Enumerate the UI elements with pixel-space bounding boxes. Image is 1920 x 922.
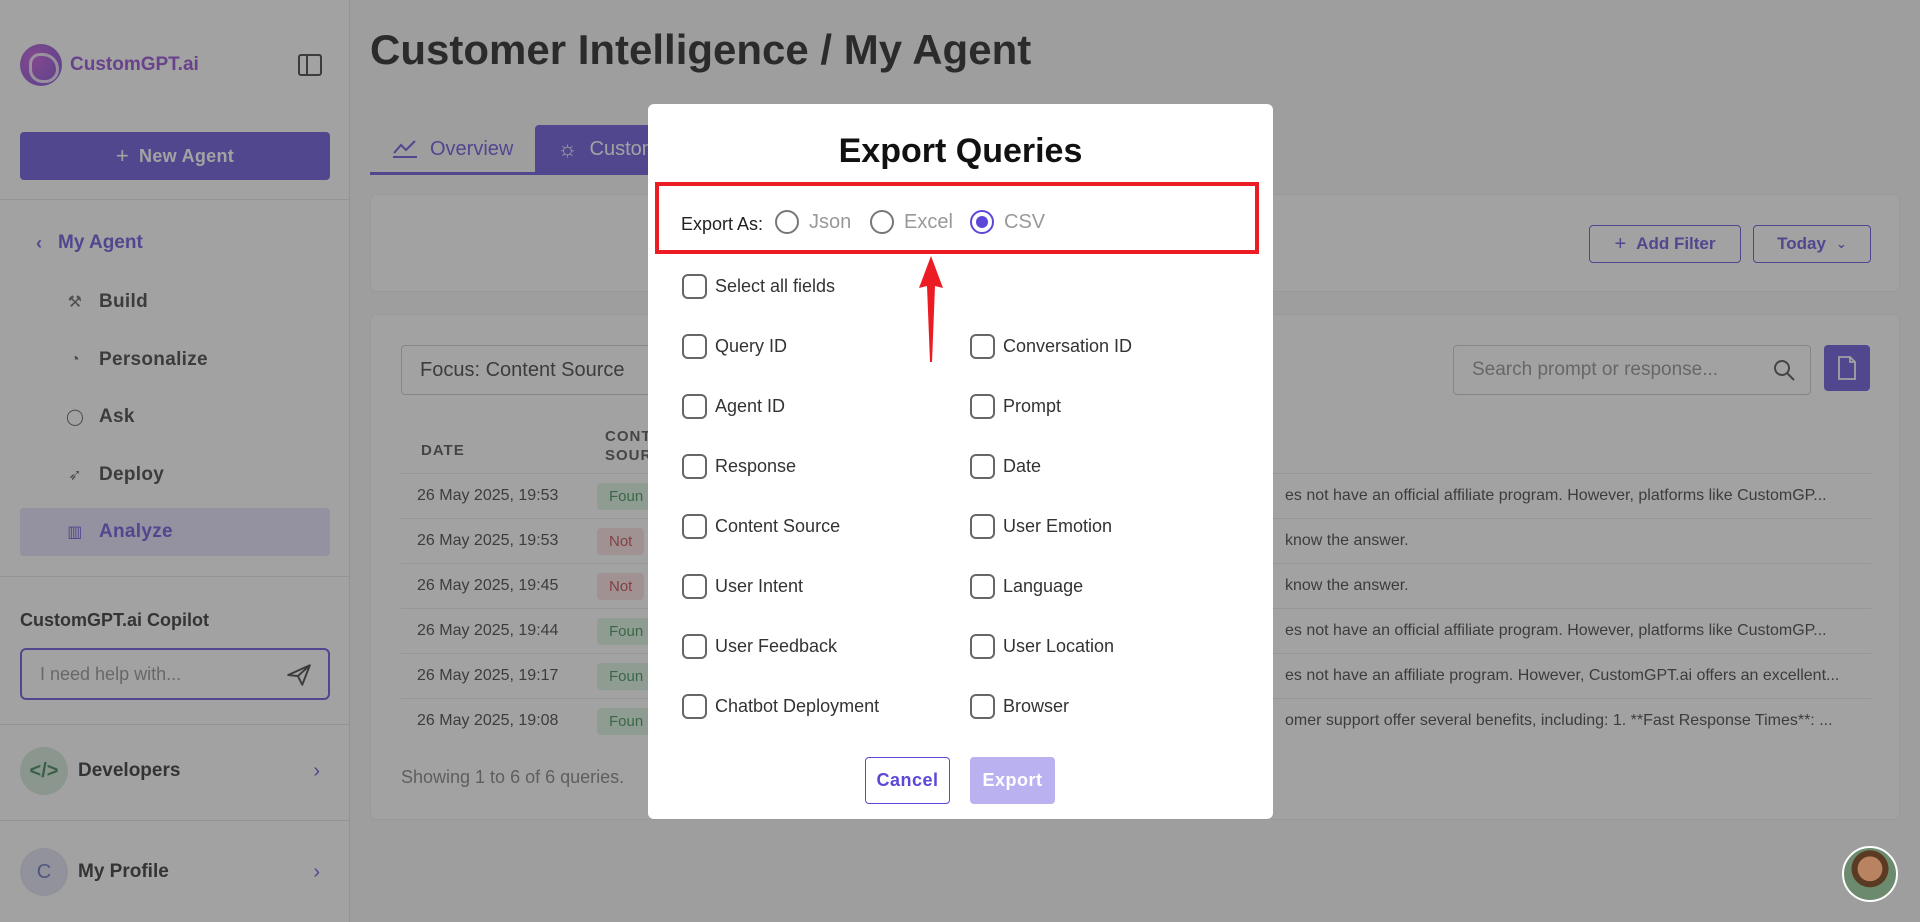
checkbox-label: User Location [1003, 636, 1115, 656]
field-checkbox-browser[interactable]: Browser [970, 694, 1069, 719]
checkbox-box[interactable] [970, 574, 995, 599]
checkbox-label: Chatbot Deployment [715, 696, 880, 716]
select-all-checkbox[interactable]: Select all fields [682, 274, 835, 299]
checkbox-box[interactable] [682, 514, 707, 539]
field-checkbox-user-emotion[interactable]: User Emotion [970, 514, 1112, 539]
radio-circle[interactable] [970, 210, 994, 234]
checkbox-box[interactable] [970, 514, 995, 539]
field-checkbox-user-intent[interactable]: User Intent [682, 574, 803, 599]
cancel-button[interactable]: Cancel [865, 757, 950, 804]
export-as-label: Export As: [681, 214, 764, 234]
field-checkbox-conversation-id[interactable]: Conversation ID [970, 334, 1132, 359]
checkbox-box[interactable] [970, 634, 995, 659]
checkbox-box[interactable] [682, 274, 707, 299]
field-checkbox-language[interactable]: Language [970, 574, 1083, 599]
checkbox-box[interactable] [970, 334, 995, 359]
export-format-highlight: Export As: Json Excel CSV [655, 182, 1259, 254]
radio-label: CSV [1004, 210, 1046, 233]
field-checkbox-agent-id[interactable]: Agent ID [682, 394, 785, 419]
field-checkbox-user-feedback[interactable]: User Feedback [682, 634, 837, 659]
radio-circle[interactable] [870, 210, 894, 234]
checkbox-label: Conversation ID [1003, 336, 1133, 356]
checkbox-box[interactable] [682, 394, 707, 419]
field-checkbox-query-id[interactable]: Query ID [682, 334, 787, 359]
checkbox-label: Query ID [715, 336, 788, 356]
field-checkbox-date[interactable]: Date [970, 454, 1041, 479]
checkbox-box[interactable] [682, 694, 707, 719]
checkbox-box[interactable] [682, 454, 707, 479]
radio-json[interactable]: Json [775, 210, 851, 234]
field-checkbox-user-location[interactable]: User Location [970, 634, 1114, 659]
checkbox-label: Date [1003, 456, 1042, 476]
field-checkbox-content-source[interactable]: Content Source [682, 514, 840, 539]
checkbox-box[interactable] [970, 694, 995, 719]
checkbox-label: User Feedback [715, 636, 838, 656]
checkbox-box[interactable] [682, 574, 707, 599]
export-queries-modal: Export Queries Export As: Json Excel CSV… [648, 104, 1273, 819]
field-checkbox-prompt[interactable]: Prompt [970, 394, 1061, 419]
checkbox-label: User Emotion [1003, 516, 1113, 536]
radio-circle[interactable] [775, 210, 799, 234]
export-confirm-button[interactable]: Export [970, 757, 1055, 804]
field-checkbox-response[interactable]: Response [682, 454, 796, 479]
annotation-arrow-icon [919, 256, 943, 362]
checkbox-box[interactable] [970, 454, 995, 479]
checkbox-box[interactable] [970, 394, 995, 419]
radio-csv[interactable]: CSV [970, 210, 1045, 234]
checkbox-label: Agent ID [715, 396, 786, 416]
checkbox-box[interactable] [682, 634, 707, 659]
radio-label: Json [809, 210, 852, 233]
field-checkbox-chatbot-deployment[interactable]: Chatbot Deployment [682, 694, 879, 719]
checkbox-label: Prompt [1003, 396, 1062, 416]
modal-title: Export Queries [838, 132, 1083, 170]
checkbox-box[interactable] [682, 334, 707, 359]
checkbox-label: Content Source [715, 516, 841, 536]
radio-label: Excel [904, 210, 953, 233]
checkbox-label: Response [715, 456, 797, 476]
support-chat-avatar[interactable] [1842, 846, 1898, 902]
checkbox-label: Select all fields [715, 276, 836, 296]
radio-excel[interactable]: Excel [870, 210, 953, 234]
checkbox-label: Language [1003, 576, 1084, 596]
checkbox-label: User Intent [715, 576, 804, 596]
checkbox-label: Browser [1003, 696, 1070, 716]
